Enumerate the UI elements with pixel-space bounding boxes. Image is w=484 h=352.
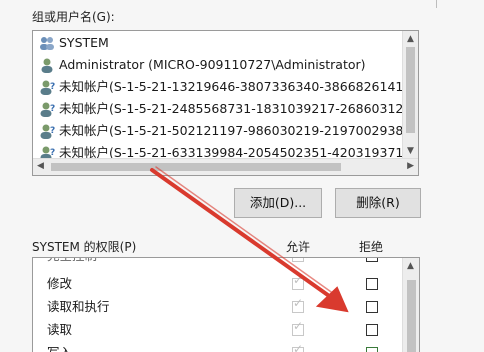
- annotation-arrow: [150, 166, 349, 313]
